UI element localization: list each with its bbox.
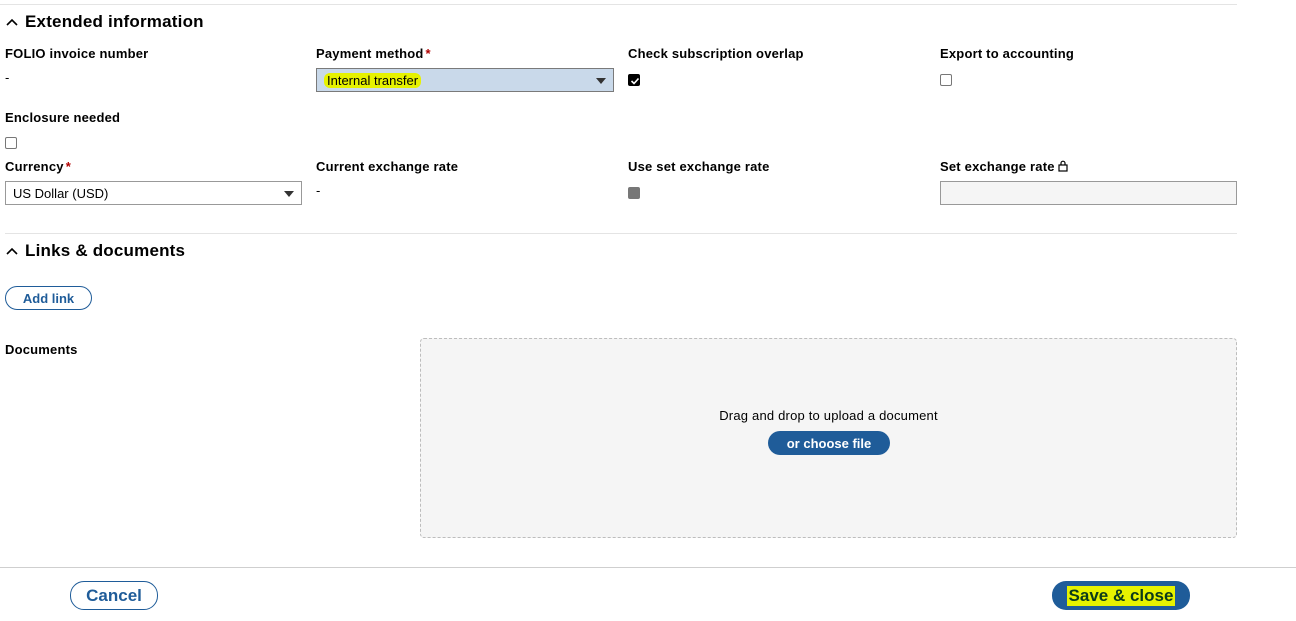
caret-down-icon	[596, 78, 606, 84]
chevron-up-icon	[6, 18, 18, 26]
caret-down-icon	[284, 191, 294, 197]
current-exchange-rate-value: -	[316, 183, 321, 198]
folio-invoice-number-value: -	[5, 70, 10, 85]
check-subscription-overlap-label: Check subscription overlap	[628, 46, 804, 61]
export-to-accounting-checkbox[interactable]	[940, 74, 952, 86]
payment-method-select[interactable]: Internal transfer	[316, 68, 614, 92]
use-set-exchange-rate-label: Use set exchange rate	[628, 159, 770, 174]
section-divider	[5, 233, 1237, 234]
payment-method-label: Payment method *	[316, 46, 431, 61]
enclosure-needed-label: Enclosure needed	[5, 110, 121, 125]
enclosure-needed-checkbox[interactable]	[5, 137, 17, 149]
chevron-up-icon	[6, 247, 18, 255]
use-set-exchange-rate-checkbox[interactable]	[628, 187, 640, 199]
current-exchange-rate-label: Current exchange rate	[316, 159, 459, 174]
choose-file-button[interactable]: or choose file	[768, 431, 890, 455]
currency-label: Currency *	[5, 159, 71, 174]
set-exchange-rate-input[interactable]	[940, 181, 1237, 205]
dropzone-text: Drag and drop to upload a document	[719, 408, 938, 423]
set-exchange-rate-label: Set exchange rate	[940, 159, 1068, 174]
save-close-button[interactable]: Save & close	[1052, 581, 1190, 610]
folio-invoice-number-label: FOLIO invoice number	[5, 46, 149, 61]
section-title: Links & documents	[25, 241, 186, 260]
extended-information-header[interactable]: Extended information	[5, 12, 204, 32]
payment-method-value: Internal transfer	[324, 72, 422, 88]
document-dropzone[interactable]: Drag and drop to upload a document or ch…	[420, 338, 1237, 538]
required-marker: *	[425, 46, 431, 61]
save-close-label: Save & close	[1066, 585, 1176, 606]
check-subscription-overlap-checkbox[interactable]	[628, 74, 640, 86]
links-documents-header[interactable]: Links & documents	[5, 241, 185, 261]
required-marker: *	[65, 159, 71, 174]
add-link-button[interactable]: Add link	[5, 286, 92, 310]
top-divider	[0, 4, 1237, 5]
cancel-button[interactable]: Cancel	[70, 581, 158, 610]
currency-value: US Dollar (USD)	[13, 185, 109, 201]
documents-label: Documents	[5, 342, 78, 357]
lock-icon	[1058, 160, 1068, 172]
checkmark-icon	[630, 77, 640, 85]
export-to-accounting-label: Export to accounting	[940, 46, 1074, 61]
footer-bar: Cancel Save & close	[0, 567, 1296, 621]
section-title: Extended information	[25, 12, 204, 31]
currency-select[interactable]: US Dollar (USD)	[5, 181, 302, 205]
